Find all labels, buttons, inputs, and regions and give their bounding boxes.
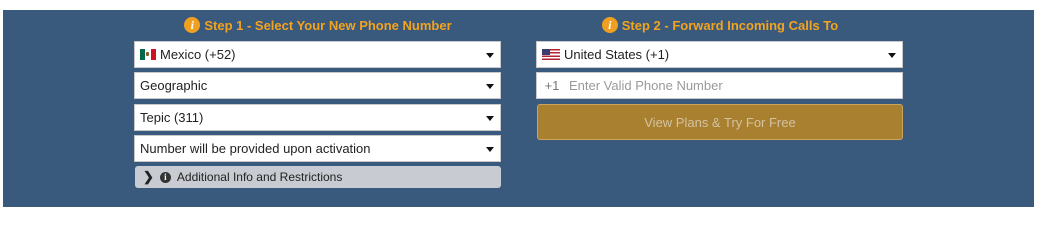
view-plans-button[interactable]: View Plans & Try For Free	[537, 104, 903, 140]
us-flag-icon	[542, 49, 560, 60]
mexico-flag-icon	[140, 49, 156, 60]
caret-down-icon	[486, 53, 494, 58]
forward-country-select[interactable]: United States (+1)	[536, 41, 903, 68]
country-prefix: +1	[544, 78, 560, 93]
number-type-select[interactable]: Geographic	[134, 72, 501, 99]
number-option-select[interactable]: Number will be provided upon activation	[134, 135, 501, 162]
additional-info-label: Additional Info and Restrictions	[176, 170, 343, 184]
step1-title: i Step 1 - Select Your New Phone Number	[135, 15, 501, 35]
forward-phone-field: +1	[536, 72, 903, 99]
selected-area: Tepic (311)	[140, 110, 204, 125]
forward-phone-input[interactable]	[565, 77, 902, 94]
step1-title-text: Step 1 - Select Your New Phone Number	[204, 17, 452, 33]
caret-down-icon	[888, 53, 896, 58]
caret-down-icon	[486, 84, 494, 89]
selected-country: Mexico (+52)	[160, 47, 236, 62]
info-circle-icon: i	[159, 171, 171, 183]
selected-number-option: Number will be provided upon activation	[140, 141, 371, 156]
step2-title: i Step 2 - Forward Incoming Calls To	[537, 15, 903, 35]
caret-down-icon	[486, 116, 494, 121]
selected-number-type: Geographic	[140, 78, 208, 93]
chevron-right-icon: ❯	[143, 169, 154, 184]
step2-title-text: Step 2 - Forward Incoming Calls To	[621, 17, 839, 33]
selected-forward-country: United States (+1)	[564, 47, 670, 62]
area-code-select[interactable]: Tepic (311)	[134, 104, 501, 131]
additional-info-toggle[interactable]: ❯ i Additional Info and Restrictions	[135, 166, 501, 188]
new-number-country-select[interactable]: Mexico (+52)	[134, 41, 501, 68]
info-icon: i	[184, 17, 201, 33]
info-icon: i	[601, 17, 618, 33]
caret-down-icon	[486, 147, 494, 152]
